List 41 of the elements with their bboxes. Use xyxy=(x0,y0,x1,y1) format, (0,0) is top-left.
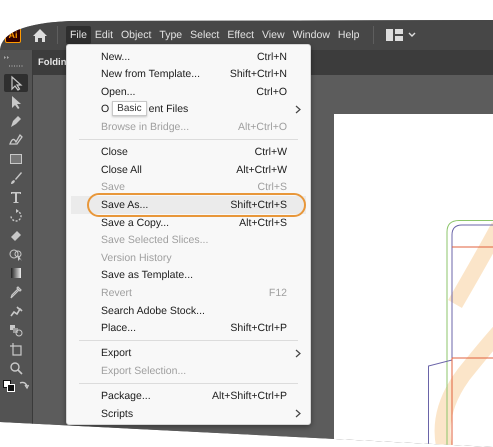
menu-bar-item[interactable]: Select xyxy=(186,26,224,44)
artboard-icon xyxy=(8,341,24,357)
menu-bar-item[interactable]: Object xyxy=(117,26,156,44)
menu-item[interactable]: Save As... Shift+Ctrl+S xyxy=(71,196,306,214)
menu-item[interactable]: Scripts xyxy=(71,404,306,422)
menu-bar-item[interactable]: Type xyxy=(155,26,186,44)
swap-icon[interactable] xyxy=(19,380,29,390)
gradient-icon xyxy=(8,265,24,281)
document-tab[interactable]: Foldin xyxy=(33,57,66,68)
search-icon xyxy=(8,360,24,376)
menu-item[interactable]: New from Template... Shift+Ctrl+N xyxy=(71,66,306,84)
menu-item[interactable]: Close Ctrl+W xyxy=(71,143,306,162)
tool-button[interactable] xyxy=(4,74,28,92)
menu-item[interactable]: O Basic ent Files xyxy=(71,100,306,118)
type-icon xyxy=(8,189,24,205)
menu-bar-item[interactable]: Edit xyxy=(90,26,118,44)
rotate-icon xyxy=(8,208,24,224)
menu-item[interactable]: Place... Shift+Ctrl+P xyxy=(71,319,306,337)
tooltip: Basic xyxy=(112,101,147,116)
menu-bar-item[interactable]: View xyxy=(258,26,289,44)
workspace-icon[interactable] xyxy=(386,29,403,41)
menu-bar-item[interactable]: Effect xyxy=(223,26,258,44)
menu-item[interactable]: New... Ctrl+N xyxy=(71,48,306,66)
pen-icon xyxy=(8,113,24,129)
rectangle-icon xyxy=(8,151,24,167)
menu-item[interactable]: Open... Ctrl+O xyxy=(71,83,306,101)
menu-item[interactable]: Close All Alt+Ctrl+W xyxy=(71,161,306,179)
menu-bar-item[interactable]: Help xyxy=(334,26,364,44)
menu-bar-item[interactable]: File xyxy=(66,26,91,44)
shapes-icon xyxy=(8,322,24,338)
home-icon[interactable] xyxy=(32,28,48,42)
paintbrush-icon xyxy=(8,170,24,186)
menu-item[interactable]: Search Adobe Stock... xyxy=(71,302,306,320)
menu-item[interactable]: Save a Copy... Alt+Ctrl+S xyxy=(71,214,306,232)
eyedropper-icon xyxy=(8,284,24,300)
menu-bar-item[interactable]: Window xyxy=(288,26,334,44)
chevron-icon[interactable] xyxy=(408,32,416,38)
fill-stroke-icon[interactable] xyxy=(3,380,15,392)
menu-item[interactable]: Export xyxy=(71,344,306,362)
menu-item[interactable]: Save as Template... xyxy=(71,266,306,284)
menu-item[interactable]: Package... Alt+Shift+Ctrl+P xyxy=(71,387,306,405)
